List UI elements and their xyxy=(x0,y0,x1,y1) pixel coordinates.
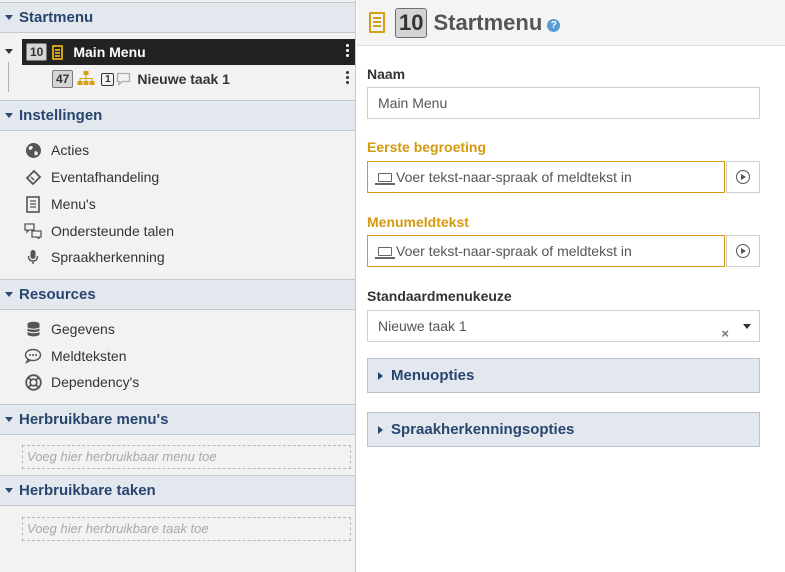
eerste-begroeting-label: Eerste begroeting xyxy=(367,139,487,155)
panel-title: Menuopties xyxy=(391,367,475,384)
clear-icon[interactable]: × xyxy=(721,319,729,349)
panel-menuopties[interactable]: Menuopties xyxy=(367,358,760,393)
document-icon xyxy=(369,12,385,33)
input-placeholder: Voer tekst-naar-spraak of meldtekst in xyxy=(396,243,632,259)
menumeldtekst-label: Menumeldtekst xyxy=(367,214,469,230)
ticket-icon xyxy=(24,168,42,186)
speech-bubble-icon xyxy=(24,347,42,365)
tree-item-label: Nieuwe taak 1 xyxy=(137,71,230,87)
settings-item-label: Acties xyxy=(51,142,90,158)
settings-item-label: Spraakherkenning xyxy=(51,249,165,265)
tree-item-main-menu[interactable]: 10 Main Menu xyxy=(22,39,355,65)
play-icon xyxy=(736,170,750,184)
settings-item-label: Ondersteunde talen xyxy=(51,223,174,239)
select-value: Nieuwe taak 1 xyxy=(378,318,467,334)
chevron-down-icon xyxy=(5,417,13,422)
section-title: Startmenu xyxy=(19,9,94,26)
play-greeting-button[interactable] xyxy=(726,161,760,193)
reusable-task-dropzone[interactable]: Voeg hier herbruikbare taak toe xyxy=(22,517,351,541)
standaardmenukeuze-select[interactable]: Nieuwe taak 1 × xyxy=(367,310,760,342)
chevron-down-icon xyxy=(5,113,13,118)
tree-item-label: Main Menu xyxy=(73,44,146,60)
chevron-right-icon xyxy=(378,425,383,434)
digit-key-badge: 1 xyxy=(101,72,115,86)
tree-item-task[interactable]: 47 1 Nieuwe taak 1 xyxy=(0,66,355,92)
database-icon xyxy=(24,320,42,338)
input-placeholder: Voer tekst-naar-spraak of meldtekst in xyxy=(396,169,632,185)
resources-item-label: Dependency's xyxy=(51,374,140,390)
panel-spraakherkenningsopties[interactable]: Spraakherkenningsopties xyxy=(367,412,760,447)
document-icon xyxy=(24,195,42,213)
eerste-begroeting-input[interactable]: Voer tekst-naar-spraak of meldtekst in xyxy=(367,161,725,193)
left-panel: Startmenu 10 Main Menu 47 1 Nieuwe taak … xyxy=(0,0,356,572)
settings-item-label: Eventafhandeling xyxy=(51,169,160,185)
speech-bubble-icon xyxy=(117,72,131,86)
help-icon[interactable]: ? xyxy=(547,18,561,32)
settings-item-label: Menu's xyxy=(51,196,96,212)
item-number-badge: 10 xyxy=(26,43,48,61)
chevron-down-icon xyxy=(5,15,13,20)
laptop-icon xyxy=(375,246,395,259)
detail-header: 10 Startmenu ? xyxy=(357,0,785,46)
section-title: Resources xyxy=(19,286,96,303)
page-title: Startmenu xyxy=(433,9,543,35)
org-chart-icon xyxy=(77,71,95,85)
reusable-menu-dropzone[interactable]: Voeg hier herbruikbaar menu toe xyxy=(22,445,351,469)
section-title: Herbruikbare taken xyxy=(19,482,156,499)
resources-item-label: Meldteksten xyxy=(51,348,127,364)
settings-item-ondersteunde-talen[interactable]: Ondersteunde talen xyxy=(24,218,174,244)
menu-number-badge: 10 xyxy=(395,7,428,38)
play-icon xyxy=(736,244,750,258)
kebab-menu-icon[interactable] xyxy=(346,71,349,85)
chevron-down-icon xyxy=(5,292,13,297)
chevron-down-icon xyxy=(5,488,13,493)
language-icon xyxy=(24,222,42,240)
section-herbruikbare-taken[interactable]: Herbruikbare taken xyxy=(0,475,355,506)
section-startmenu[interactable]: Startmenu xyxy=(0,2,355,33)
globe-icon xyxy=(24,141,42,159)
chevron-down-icon[interactable] xyxy=(743,324,751,329)
laptop-icon xyxy=(375,172,395,185)
kebab-menu-icon[interactable] xyxy=(346,44,349,58)
section-herbruikbare-menus[interactable]: Herbruikbare menu's xyxy=(0,404,355,435)
naam-input[interactable]: Main Menu xyxy=(367,87,760,119)
settings-item-spraakherkenning[interactable]: Spraakherkenning xyxy=(24,244,165,270)
microphone-icon xyxy=(24,248,42,266)
section-instellingen[interactable]: Instellingen xyxy=(0,100,355,131)
section-title: Herbruikbare menu's xyxy=(19,411,169,428)
settings-item-eventafhandeling[interactable]: Eventafhandeling xyxy=(24,164,159,190)
section-title: Instellingen xyxy=(19,107,103,124)
naam-label: Naam xyxy=(367,66,406,82)
resources-item-dependencys[interactable]: Dependency's xyxy=(24,369,139,395)
right-panel: 10 Startmenu ? Naam Main Menu Eerste beg… xyxy=(357,0,785,572)
document-icon xyxy=(52,44,64,60)
tree-collapse-icon[interactable] xyxy=(5,49,13,54)
chevron-right-icon xyxy=(378,371,383,380)
section-resources[interactable]: Resources xyxy=(0,279,355,310)
settings-item-menus[interactable]: Menu's xyxy=(24,191,96,217)
lifebuoy-icon xyxy=(24,373,42,391)
standaardmenukeuze-label: Standaardmenukeuze xyxy=(367,288,512,304)
task-number-badge: 47 xyxy=(52,70,74,88)
play-menumeldtekst-button[interactable] xyxy=(726,235,760,267)
settings-item-acties[interactable]: Acties xyxy=(24,137,89,163)
resources-item-meldteksten[interactable]: Meldteksten xyxy=(24,343,126,369)
resources-item-label: Gegevens xyxy=(51,321,115,337)
panel-title: Spraakherkenningsopties xyxy=(391,421,575,438)
menumeldtekst-input[interactable]: Voer tekst-naar-spraak of meldtekst in xyxy=(367,235,725,267)
resources-item-gegevens[interactable]: Gegevens xyxy=(24,316,115,342)
